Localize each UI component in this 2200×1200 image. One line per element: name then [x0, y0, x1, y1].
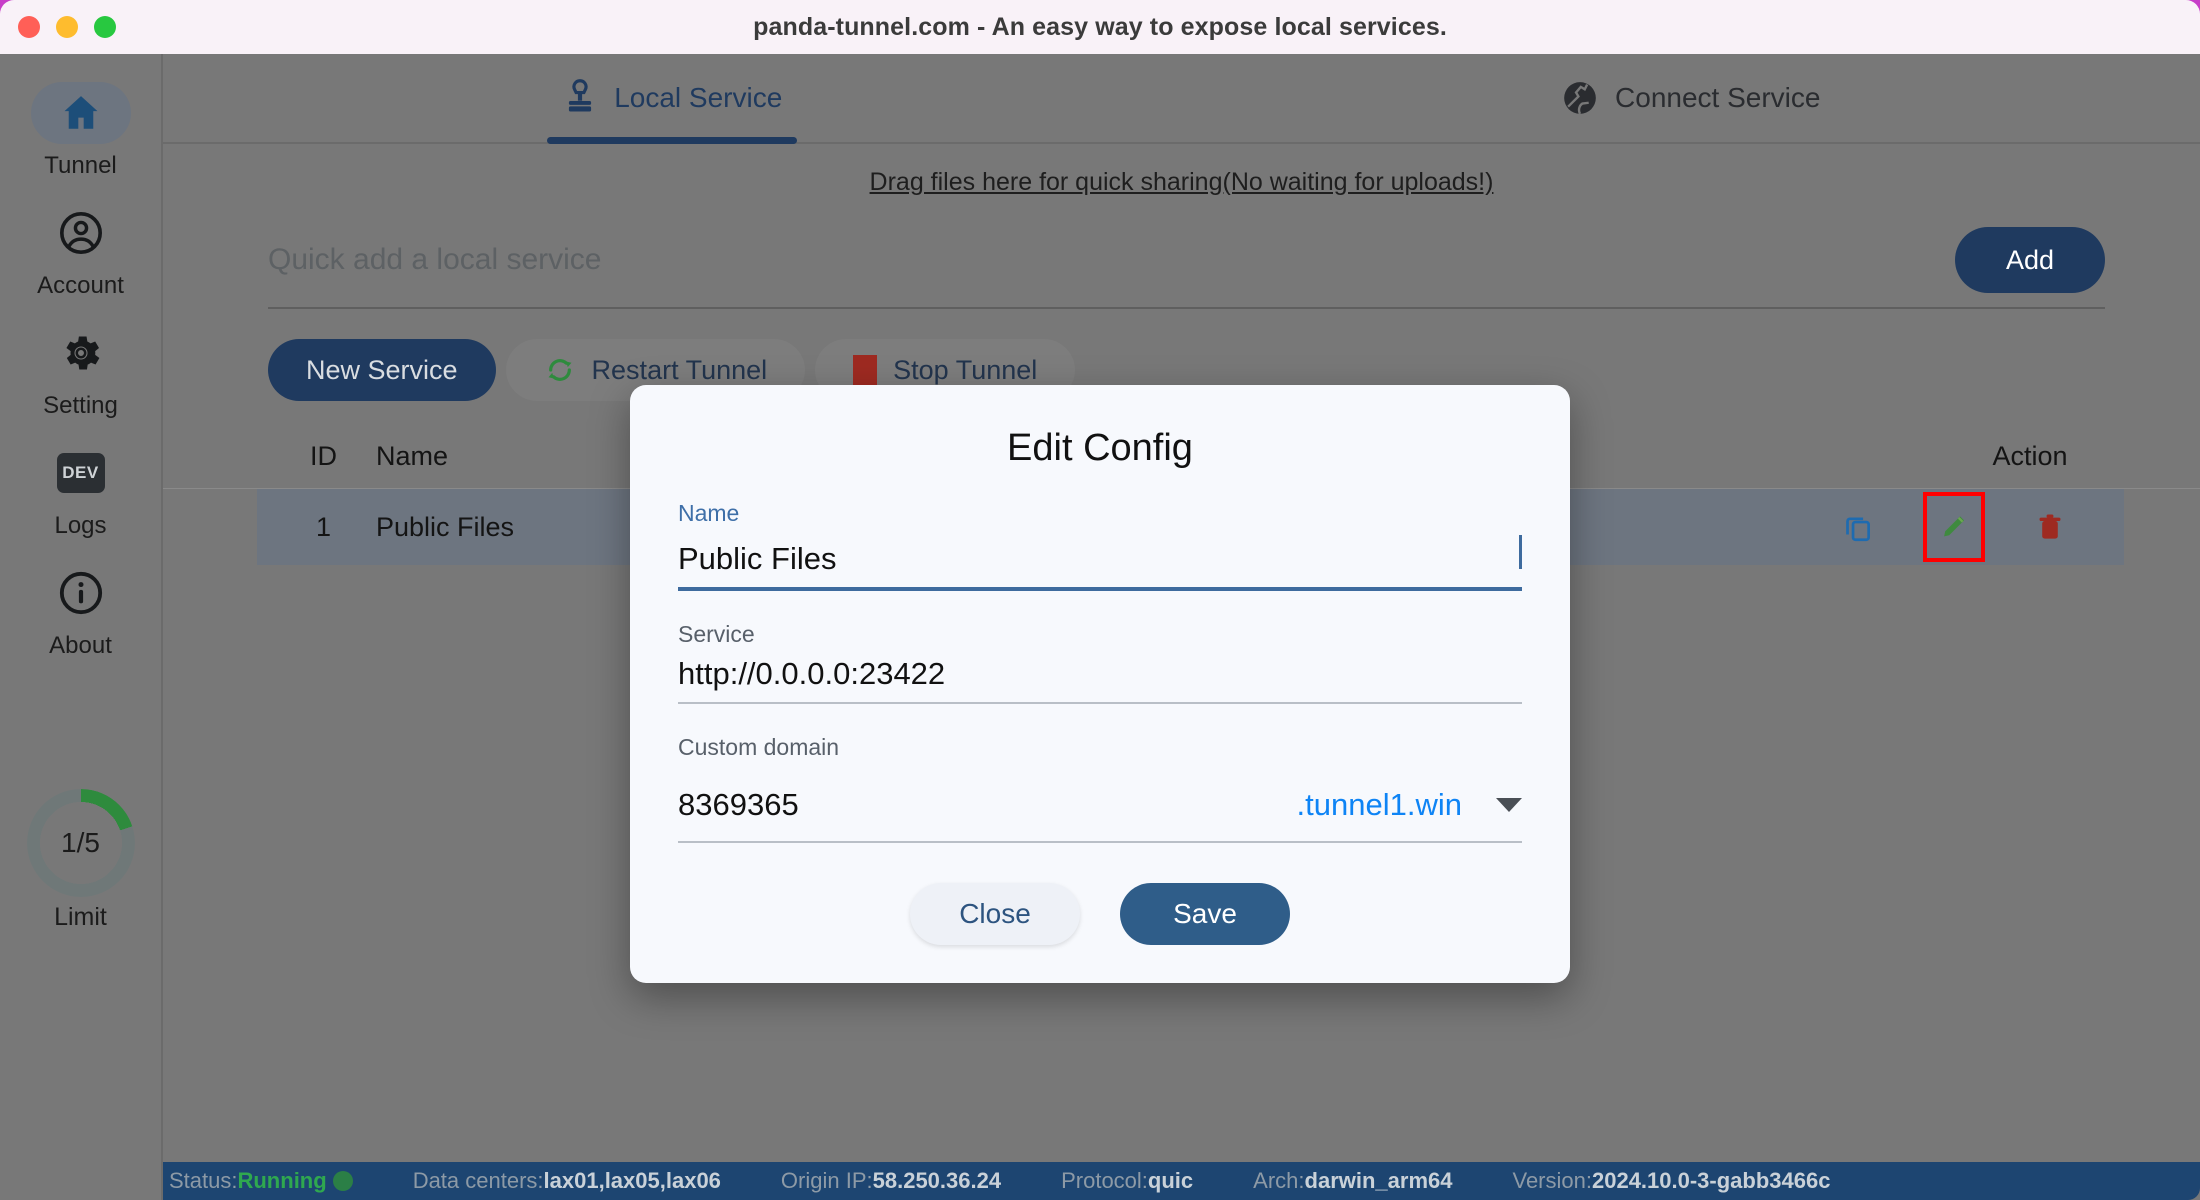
new-service-button[interactable]: New Service: [268, 339, 496, 401]
sidebar-label-account: Account: [37, 272, 124, 299]
delete-icon[interactable]: [2031, 508, 2069, 546]
custom-domain-value: 8369365: [678, 787, 799, 822]
limit-widget: 1/5 Limit: [0, 789, 161, 932]
status-key: Status:: [169, 1168, 238, 1193]
custom-domain-field-label: Custom domain: [678, 734, 840, 760]
traffic-light-group: [18, 16, 116, 38]
service-field-value: http://0.0.0.0:23422: [678, 656, 946, 691]
modal-footer: Close Save: [678, 883, 1522, 945]
copy-icon[interactable]: [1839, 508, 1877, 546]
dev-badge-icon-wrap: DEV: [31, 442, 131, 504]
globe-icon: [1564, 82, 1596, 115]
window-title: panda-tunnel.com - An easy way to expose…: [753, 12, 1447, 41]
quick-add-row: Add: [268, 227, 2105, 309]
sidebar-item-logs[interactable]: DEV Logs: [0, 442, 161, 540]
add-button[interactable]: Add: [1955, 227, 2105, 293]
row-action-cell: [1784, 492, 2124, 562]
status-segment-arch: Arch: darwin_arm64: [1253, 1168, 1452, 1194]
version-value: 2024.10.0-3-gabb3466c: [1591, 1168, 1831, 1193]
name-field-value: Public Files: [678, 541, 837, 576]
domain-suffix-value: .tunnel1.win: [1296, 787, 1462, 822]
modal-field-custom-domain: Custom domain 8369365 .tunnel1.win: [678, 734, 1522, 843]
title-bar: panda-tunnel.com - An easy way to expose…: [0, 0, 2200, 54]
info-icon: [59, 571, 102, 615]
status-segment-origin-ip: Origin IP: 58.250.36.24: [781, 1168, 1001, 1194]
status-segment-status: Status: Running: [169, 1168, 353, 1194]
tab-active-underline: [547, 137, 798, 144]
sidebar-label-tunnel: Tunnel: [44, 152, 117, 179]
refresh-icon: [548, 359, 572, 381]
sidebar-label-about: About: [49, 632, 112, 659]
version-key: Version:: [1512, 1168, 1592, 1193]
name-field-label: Name: [678, 500, 740, 526]
chevron-down-icon[interactable]: [1496, 798, 1522, 812]
quick-add-input[interactable]: [268, 243, 1955, 277]
name-field-row[interactable]: Public Files: [678, 535, 1522, 591]
header-id: ID: [310, 441, 337, 471]
custom-domain-row[interactable]: 8369365 .tunnel1.win: [678, 787, 1522, 843]
tunnel-icon-wrap: [30, 82, 131, 144]
origin-ip-key: Origin IP:: [780, 1168, 873, 1193]
status-segment-protocol: Protocol: quic: [1061, 1168, 1193, 1194]
service-field-label: Service: [678, 621, 755, 647]
home-icon: [64, 96, 97, 129]
arch-key: Arch:: [1253, 1168, 1305, 1193]
close-window-button[interactable]: [18, 16, 40, 38]
protocol-value: quic: [1147, 1168, 1194, 1193]
window-body: Tunnel Account Setting DEV Logs About 1/…: [0, 54, 2200, 1200]
status-segment-version: Version: 2024.10.0-3-gabb3466c: [1512, 1168, 1830, 1194]
status-indicator-dot: [332, 1171, 353, 1191]
modal-title: Edit Config: [1007, 427, 1193, 469]
service-field-row[interactable]: http://0.0.0.0:23422: [678, 656, 1522, 704]
tab-bar: Local Service Connect Service: [163, 54, 2200, 144]
sidebar-item-account[interactable]: Account: [0, 202, 161, 300]
minimize-window-button[interactable]: [56, 16, 78, 38]
close-button[interactable]: Close: [910, 883, 1080, 945]
stop-tunnel-label: Stop Tunnel: [893, 354, 1038, 385]
text-caret: [1519, 535, 1522, 569]
sidebar: Tunnel Account Setting DEV Logs About 1/…: [0, 54, 163, 1200]
tab-local-service[interactable]: Local Service: [163, 54, 1182, 144]
limit-ring: 1/5: [26, 789, 135, 897]
row-id: 1: [315, 511, 332, 542]
stamp-icon: [569, 79, 592, 112]
edit-icon[interactable]: [1923, 492, 1985, 562]
dev-badge-icon: DEV: [56, 453, 105, 493]
arch-value: darwin_arm64: [1304, 1168, 1453, 1193]
sidebar-label-logs: Logs: [54, 512, 107, 539]
modal-field-service: Service http://0.0.0.0:23422: [678, 621, 1522, 704]
header-action: Action: [1992, 441, 2068, 471]
info-icon-wrap: [31, 562, 131, 624]
status-segment-data-centers: Data centers: lax01,lax05,lax06: [413, 1168, 721, 1194]
limit-value: 1/5: [61, 827, 100, 858]
status-value: Running: [237, 1168, 327, 1193]
sidebar-label-setting: Setting: [43, 392, 118, 419]
stop-icon: [853, 355, 878, 385]
status-bar: Status: Running Data centers: lax01,lax05,…: [163, 1162, 2200, 1200]
sidebar-item-about[interactable]: About: [0, 562, 161, 660]
tab-connect-service-label: Connect Service: [1615, 82, 1821, 113]
data-centers-value: lax01,lax05,lax06: [543, 1168, 721, 1193]
drag-files-hint[interactable]: Drag files here for quick sharing(No wai…: [163, 168, 2200, 197]
data-centers-key: Data centers:: [412, 1168, 544, 1193]
tab-connect-service[interactable]: Connect Service: [1182, 54, 2200, 142]
origin-ip-value: 58.250.36.24: [872, 1168, 1002, 1193]
account-icon-wrap: [31, 202, 131, 264]
new-service-label: New Service: [306, 354, 458, 385]
tab-local-service-label: Local Service: [614, 82, 783, 113]
zoom-window-button[interactable]: [94, 16, 116, 38]
restart-tunnel-label: Restart Tunnel: [591, 354, 768, 385]
modal-field-name: Name Public Files: [678, 500, 1522, 591]
app-window: panda-tunnel.com - An easy way to expose…: [0, 0, 2200, 1200]
save-button[interactable]: Save: [1120, 883, 1290, 945]
gear-icon: [65, 336, 99, 370]
account-icon: [59, 212, 102, 254]
edit-config-modal: Edit Config Name Public Files Service ht…: [630, 385, 1570, 983]
sidebar-item-setting[interactable]: Setting: [0, 322, 161, 420]
sidebar-item-tunnel[interactable]: Tunnel: [0, 82, 161, 180]
gear-icon-wrap: [31, 322, 131, 384]
limit-label: Limit: [54, 903, 107, 931]
protocol-key: Protocol:: [1061, 1168, 1148, 1193]
